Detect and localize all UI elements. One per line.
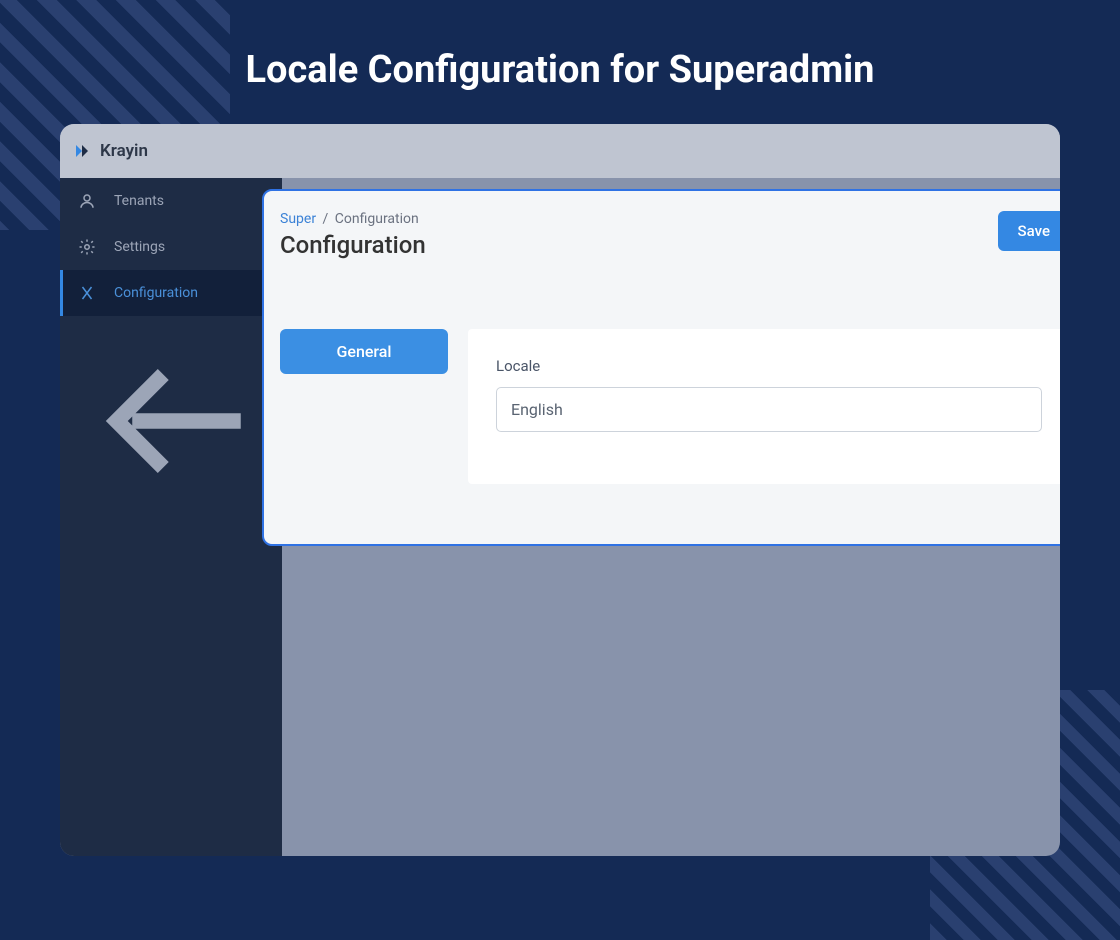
page-title: Configuration <box>280 231 426 259</box>
sidebar-item-tenants[interactable]: Tenants <box>60 178 282 224</box>
sidebar-collapse-button[interactable] <box>60 316 282 530</box>
hero-title: Locale Configuration for Superadmin <box>0 0 1120 124</box>
sidebar-item-configuration[interactable]: Configuration <box>60 270 282 316</box>
tools-icon <box>78 284 96 302</box>
app-window: Krayin Tenants <box>60 124 1060 856</box>
sidebar-item-label: Configuration <box>114 285 198 301</box>
breadcrumb-link[interactable]: Super <box>280 211 316 227</box>
form-card: Locale <box>468 329 1060 484</box>
breadcrumb-current: Configuration <box>335 211 419 227</box>
logo-text: Krayin <box>100 141 148 161</box>
tab-section: General <box>280 329 448 484</box>
gear-icon <box>78 238 96 256</box>
collapse-icon <box>78 499 264 518</box>
panel-body: General Locale <box>280 329 1060 484</box>
tab-general[interactable]: General <box>280 329 448 374</box>
app-body: Tenants Settings Config <box>60 178 1060 856</box>
save-button[interactable]: Save <box>998 211 1060 251</box>
main-content: Super / Configuration Configuration Save… <box>282 178 1060 856</box>
locale-input[interactable] <box>496 387 1042 432</box>
sidebar-item-label: Settings <box>114 239 165 255</box>
sidebar-item-settings[interactable]: Settings <box>60 224 282 270</box>
logo[interactable]: Krayin <box>70 139 148 163</box>
locale-label: Locale <box>496 357 1042 375</box>
config-panel: Super / Configuration Configuration Save… <box>262 189 1060 546</box>
sidebar: Tenants Settings Config <box>60 178 282 856</box>
panel-header: Super / Configuration Configuration Save <box>280 211 1060 259</box>
breadcrumb-separator: / <box>323 211 332 227</box>
sidebar-item-label: Tenants <box>114 193 164 209</box>
app-header: Krayin <box>60 124 1060 178</box>
user-icon <box>78 192 96 210</box>
logo-icon <box>70 139 94 163</box>
breadcrumb: Super / Configuration <box>280 211 426 227</box>
